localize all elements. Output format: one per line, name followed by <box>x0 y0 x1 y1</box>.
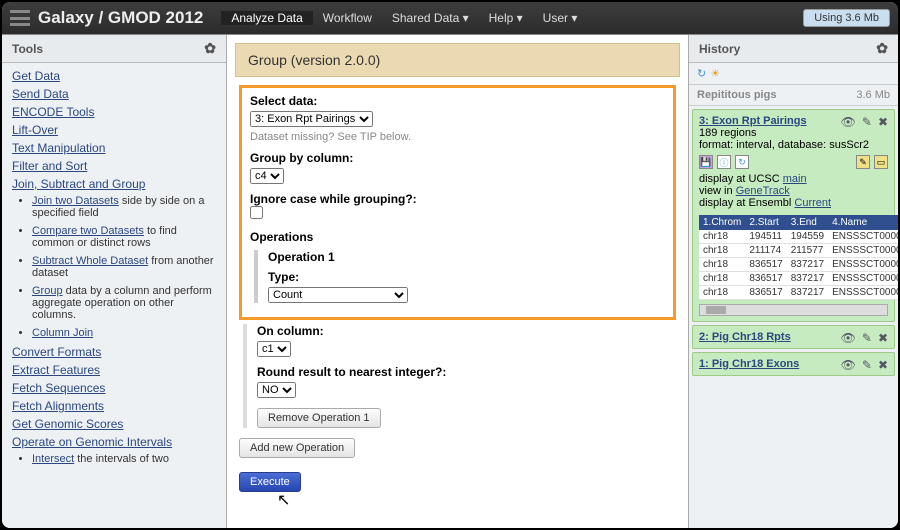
nav-help[interactable]: Help ▾ <box>479 11 533 25</box>
delete-icon[interactable]: ✖ <box>878 331 888 345</box>
tool-sublink[interactable]: Subtract Whole Dataset <box>32 255 148 267</box>
select-data-dropdown[interactable]: 3: Exon Rpt Pairings <box>250 111 373 127</box>
tools-list: Get Data Send Data ENCODE Tools Lift-Ove… <box>2 63 226 528</box>
horizontal-scrollbar[interactable] <box>699 304 888 316</box>
genetrack-link[interactable]: GeneTrack <box>736 185 790 197</box>
history-item-3[interactable]: 👁✎✖ 3: Exon Rpt Pairings 189 regions for… <box>692 109 895 322</box>
tag-icon[interactable]: ✎ <box>856 155 870 169</box>
tool-link[interactable]: Fetch Sequences <box>12 381 216 395</box>
delete-icon[interactable]: ✖ <box>878 115 888 129</box>
tip-text: Dataset missing? See TIP below. <box>250 131 665 143</box>
table-row: chr18194511194559ENSSSCT00000017 <box>699 230 898 244</box>
annotate-icon[interactable]: ▭ <box>874 155 888 169</box>
table-row: chr18836517837217ENSSSCT00000017 <box>699 286 898 300</box>
tool-link[interactable]: Get Data <box>12 69 216 83</box>
tool-link[interactable]: Extract Features <box>12 363 216 377</box>
eye-icon[interactable]: 👁 <box>841 358 856 372</box>
tool-title: Group (version 2.0.0) <box>235 43 680 77</box>
tool-link[interactable]: Fetch Alignments <box>12 399 216 413</box>
tool-sublink[interactable]: Group <box>32 285 63 297</box>
eye-icon[interactable]: 👁 <box>841 331 856 345</box>
operations-label: Operations <box>250 230 665 244</box>
tool-link[interactable]: Operate on Genomic Intervals <box>12 435 216 449</box>
tool-link[interactable]: Lift-Over <box>12 123 216 137</box>
history-name[interactable]: Repititous pigs <box>697 89 856 101</box>
edit-icon[interactable]: ✎ <box>862 331 872 345</box>
tool-sublink[interactable]: Column Join <box>32 327 93 339</box>
table-row: chr18836517837217ENSSSCT00000017 <box>699 272 898 286</box>
edit-icon[interactable]: ✎ <box>862 115 872 129</box>
on-column-dropdown[interactable]: c1 <box>257 341 291 357</box>
brand-title: Galaxy / GMOD 2012 <box>38 8 203 28</box>
usage-indicator[interactable]: Using 3.6 Mb <box>803 9 890 27</box>
tool-link[interactable]: Filter and Sort <box>12 159 216 173</box>
tool-link[interactable]: Text Manipulation <box>12 141 216 155</box>
tool-sublink[interactable]: Compare two Datasets <box>32 225 144 237</box>
tool-link[interactable]: Send Data <box>12 87 216 101</box>
preview-table: 1.Chrom2.Start3.End4.Name chr18194511194… <box>699 215 898 300</box>
history-size: 3.6 Mb <box>856 89 890 101</box>
tool-link[interactable]: ENCODE Tools <box>12 105 216 119</box>
rerun-icon[interactable]: ↻ <box>735 155 749 169</box>
ignore-case-label: Ignore case while grouping?: <box>250 192 665 206</box>
group-by-label: Group by column: <box>250 151 665 165</box>
nav-shared-data[interactable]: Shared Data ▾ <box>382 11 479 25</box>
history-format: format: interval, database: susScr2 <box>699 139 888 151</box>
history-item-2[interactable]: 👁✎✖ 2: Pig Chr18 Rpts <box>692 325 895 349</box>
edit-icon[interactable]: ✎ <box>862 358 872 372</box>
nav-analyze-data[interactable]: Analyze Data <box>221 11 312 25</box>
tool-sublink[interactable]: Intersect <box>32 453 74 465</box>
operation-title: Operation 1 <box>268 250 665 264</box>
gear-icon[interactable]: ✿ <box>204 40 216 57</box>
select-data-label: Select data: <box>250 94 665 108</box>
tool-link[interactable]: Join, Subtract and Group <box>12 177 216 191</box>
group-by-dropdown[interactable]: c4 <box>250 168 284 184</box>
execute-button[interactable]: Execute <box>239 472 301 492</box>
tools-panel-title: Tools <box>12 42 43 56</box>
eye-icon[interactable]: 👁 <box>841 115 856 129</box>
highlighted-params: Select data: 3: Exon Rpt Pairings Datase… <box>239 85 676 320</box>
table-row: chr18211174211577ENSSSCT00000017 <box>699 244 898 258</box>
save-icon[interactable]: 💾 <box>699 155 713 169</box>
remove-operation-button[interactable]: Remove Operation 1 <box>257 408 381 428</box>
type-dropdown[interactable]: Count <box>268 287 408 303</box>
delete-icon[interactable]: ✖ <box>878 358 888 372</box>
add-operation-button[interactable]: Add new Operation <box>239 438 355 458</box>
ucsc-link[interactable]: main <box>783 173 807 185</box>
table-row: chr18836517837217ENSSSCT00000017 <box>699 258 898 272</box>
round-dropdown[interactable]: NO <box>257 382 296 398</box>
galaxy-logo-icon <box>10 10 30 26</box>
ignore-case-checkbox[interactable] <box>250 206 263 219</box>
info-icon[interactable]: ⓘ <box>717 155 731 169</box>
history-panel-title: History <box>699 42 740 56</box>
history-item-1[interactable]: 👁✎✖ 1: Pig Chr18 Exons <box>692 352 895 376</box>
sun-icon[interactable]: ☀ <box>710 67 720 80</box>
ensembl-link[interactable]: Current <box>794 197 831 209</box>
refresh-icon[interactable]: ↻ <box>697 67 706 80</box>
on-column-label: On column: <box>257 324 676 338</box>
nav-user[interactable]: User ▾ <box>533 11 588 25</box>
tool-link[interactable]: Get Genomic Scores <box>12 417 216 431</box>
round-label: Round result to nearest integer?: <box>257 365 676 379</box>
tool-sublink[interactable]: Join two Datasets <box>32 195 119 207</box>
gear-icon[interactable]: ✿ <box>876 40 888 57</box>
type-label: Type: <box>268 270 665 284</box>
nav-workflow[interactable]: Workflow <box>313 11 382 25</box>
tool-link[interactable]: Convert Formats <box>12 345 216 359</box>
